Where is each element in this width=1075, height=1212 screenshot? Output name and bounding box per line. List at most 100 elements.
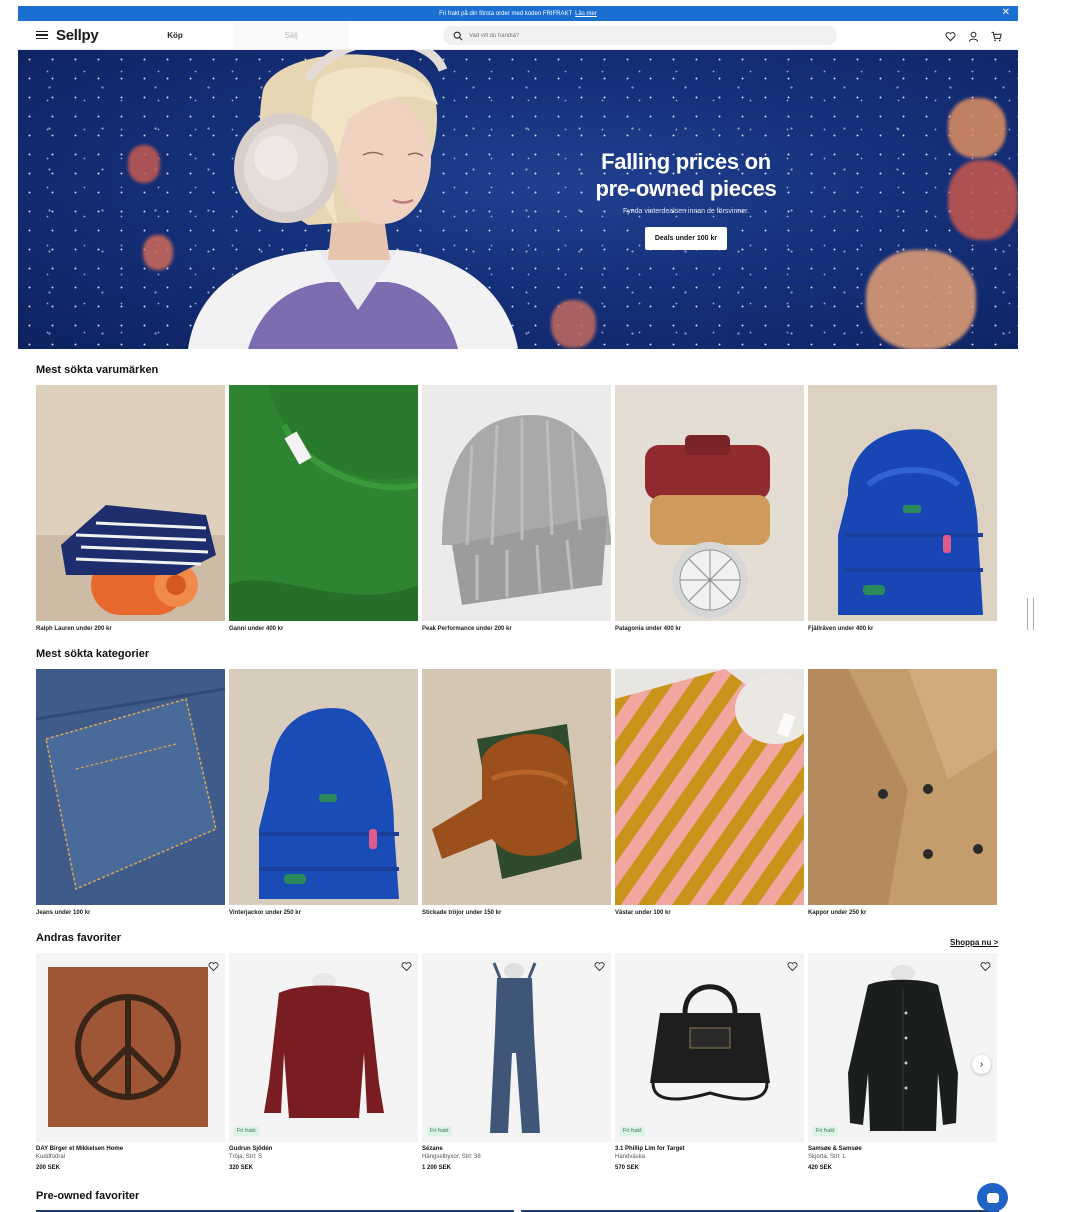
product-brand: Samsøe & Samsøe xyxy=(808,1146,862,1152)
free-shipping-badge: Fri frakt xyxy=(620,1126,645,1136)
brand-caption: Ralph Lauren under 200 kr xyxy=(36,626,112,632)
product-card[interactable]: DAY Birger et Mikkelsen Home Kuddfodral … xyxy=(36,953,225,1171)
brand-image xyxy=(422,385,611,621)
promo-read-more-link[interactable]: Läs mer xyxy=(575,11,597,17)
brand-caption: Fjällräven under 400 kr xyxy=(808,626,874,632)
brand-image xyxy=(808,385,997,621)
product-brand: Sézane xyxy=(422,1146,443,1152)
hero-title-line1: Falling prices on xyxy=(601,149,771,174)
category-card[interactable]: Stickade tröjor under 150 kr xyxy=(422,669,611,916)
free-shipping-badge: Fri frakt xyxy=(427,1126,452,1136)
product-brand: DAY Birger et Mikkelsen Home xyxy=(36,1146,124,1152)
product-image: Fri frakt xyxy=(808,953,997,1142)
brand-card[interactable]: Patagonia under 400 kr xyxy=(615,385,804,632)
brand-card[interactable]: Ganni under 400 kr xyxy=(229,385,418,632)
favorites-grid: DAY Birger et Mikkelsen Home Kuddfodral … xyxy=(36,953,997,1171)
category-card[interactable]: Kappor under 250 kr xyxy=(808,669,997,916)
page: Fri frakt på din första order med koden … xyxy=(18,6,1018,1212)
category-image xyxy=(229,669,418,905)
category-image xyxy=(615,669,804,905)
tab-sell[interactable]: Sälj xyxy=(233,21,349,49)
product-image: Fri frakt xyxy=(422,953,611,1142)
brands-section-title: Mest sökta varumärken xyxy=(36,364,159,376)
product-price: 420 SEK xyxy=(808,1165,833,1171)
product-card[interactable]: Fri frakt Gudrun Sjödén Tröja, Strl: S 3… xyxy=(229,953,418,1171)
promo-bar: Fri frakt på din första order med koden … xyxy=(18,6,1018,21)
brand-caption: Patagonia under 400 kr xyxy=(615,626,682,632)
brand-caption: Ganni under 400 kr xyxy=(229,626,284,632)
brand-card[interactable]: Ralph Lauren under 200 kr xyxy=(36,385,225,632)
category-caption: Vinterjackor under 250 kr xyxy=(229,910,301,916)
product-desc: Skjorta, Strl: L xyxy=(808,1154,846,1160)
brand-card[interactable]: Peak Performance under 200 kr xyxy=(422,385,611,632)
account-icon[interactable] xyxy=(968,29,979,42)
category-card[interactable]: Västar under 100 kr xyxy=(615,669,804,916)
decor-blob xyxy=(551,300,596,348)
header-icons xyxy=(945,29,1002,42)
close-icon[interactable]: ✕ xyxy=(1002,8,1010,18)
brand-image xyxy=(229,385,418,621)
logo[interactable]: Sellpy xyxy=(56,27,99,44)
category-caption: Kappor under 250 kr xyxy=(808,910,867,916)
brands-grid: Ralph Lauren under 200 kr Ganni under 40… xyxy=(36,385,997,632)
product-desc: Hängselbyxor, Strl: 38 xyxy=(422,1154,481,1160)
decor-blob xyxy=(948,160,1018,240)
brand-image xyxy=(36,385,225,621)
deals-button[interactable]: Deals under 100 kr xyxy=(644,227,728,250)
product-card[interactable]: Fri frakt Samsøe & Samsøe Skjorta, Strl:… xyxy=(808,953,997,1171)
heart-icon[interactable] xyxy=(945,29,956,42)
hero-title: Falling prices on pre-owned pieces xyxy=(566,148,806,202)
search-bar xyxy=(443,26,837,45)
product-brand: 3.1 Phillip Lim for Target xyxy=(615,1146,685,1152)
product-price: 200 SEK xyxy=(36,1165,61,1171)
cart-icon[interactable] xyxy=(991,29,1002,42)
hero-subtitle: Fynda vinterdealsen innan de försvinner. xyxy=(622,208,750,215)
hero-text: Falling prices on pre-owned pieces Fynda… xyxy=(566,148,806,250)
decor-blob xyxy=(948,98,1006,158)
categories-grid: Jeans under 100 kr Vinterjackor under 25… xyxy=(36,669,997,916)
product-desc: Tröja, Strl: S xyxy=(229,1154,263,1160)
header: Sellpy Köp Sälj xyxy=(18,21,1018,50)
category-caption: Jeans under 100 kr xyxy=(36,910,91,916)
favorite-heart-icon[interactable] xyxy=(401,959,412,972)
product-price: 320 SEK xyxy=(229,1165,254,1171)
hero-banner[interactable]: Falling prices on pre-owned pieces Fynda… xyxy=(18,50,1018,349)
brand-card[interactable]: Fjällräven under 400 kr xyxy=(808,385,997,632)
favorite-heart-icon[interactable] xyxy=(208,959,219,972)
product-brand: Gudrun Sjödén xyxy=(229,1146,273,1152)
category-image xyxy=(808,669,997,905)
free-shipping-badge: Fri frakt xyxy=(813,1126,838,1136)
decor-blob xyxy=(866,250,976,349)
product-card[interactable]: Fri frakt 3.1 Phillip Lim for Target Han… xyxy=(615,953,804,1171)
model-photo xyxy=(188,50,518,349)
mode-tabs: Köp Sälj xyxy=(117,21,349,49)
category-image xyxy=(422,669,611,905)
free-shipping-badge: Fri frakt xyxy=(234,1126,259,1136)
search-input[interactable] xyxy=(469,32,809,39)
favorite-heart-icon[interactable] xyxy=(980,959,991,972)
tab-buy[interactable]: Köp xyxy=(117,21,233,49)
product-desc: Kuddfodral xyxy=(36,1154,66,1160)
category-card[interactable]: Vinterjackor under 250 kr xyxy=(229,669,418,916)
categories-section-title: Mest sökta kategorier xyxy=(36,648,150,660)
favorites-section-title: Andras favoriter xyxy=(36,932,121,944)
decor-blob xyxy=(128,145,160,183)
preowned-section-title: Pre-owned favoriter xyxy=(36,1190,140,1202)
brand-image xyxy=(615,385,804,621)
product-image: Fri frakt xyxy=(229,953,418,1142)
category-card[interactable]: Jeans under 100 kr xyxy=(36,669,225,916)
product-desc: Handväska xyxy=(615,1154,646,1160)
favorite-heart-icon[interactable] xyxy=(594,959,605,972)
product-price: 570 SEK xyxy=(615,1165,640,1171)
carousel-next-icon[interactable]: › xyxy=(972,1055,991,1074)
menu-icon[interactable] xyxy=(36,30,48,40)
product-card[interactable]: Fri frakt Sézane Hängselbyxor, Strl: 38 … xyxy=(422,953,611,1171)
category-caption: Stickade tröjor under 150 kr xyxy=(422,910,502,916)
shop-now-link[interactable]: Shoppa nu > xyxy=(950,938,998,947)
chat-icon[interactable] xyxy=(977,1183,1008,1212)
product-image: Fri frakt xyxy=(615,953,804,1142)
favorite-heart-icon[interactable] xyxy=(787,959,798,972)
product-price: 1 200 SEK xyxy=(422,1165,452,1171)
search-icon xyxy=(453,31,463,41)
scrollbar-handle[interactable] xyxy=(1027,598,1034,630)
